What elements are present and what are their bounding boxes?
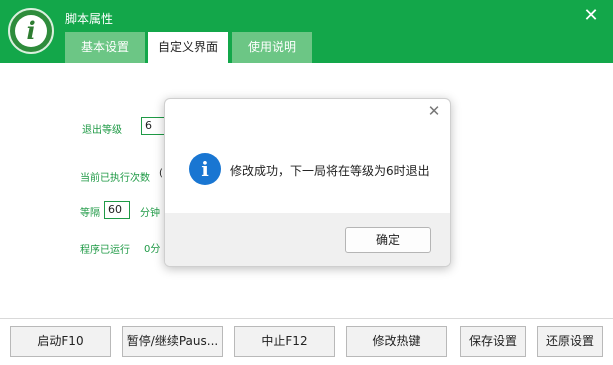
exec-count-value: ( [159, 168, 163, 179]
info-icon: i [189, 153, 221, 185]
runtime-value: 0分 [144, 244, 161, 255]
runtime-label: 程序已运行 [80, 245, 130, 256]
success-dialog: ✕ i 修改成功，下一局将在等级为6时退出 确定 [164, 98, 451, 267]
dialog-footer: 确定 [165, 213, 450, 266]
start-button[interactable]: 启动F10 [10, 326, 111, 357]
window-close-icon[interactable]: ✕ [580, 5, 602, 27]
toolbar-divider [0, 318, 613, 319]
stop-button[interactable]: 中止F12 [234, 326, 335, 357]
title-bar: i 脚本属性 ✕ 基本设置 自定义界面 使用说明 [0, 0, 613, 63]
exec-count-label: 当前已执行次数 [80, 173, 150, 184]
restore-settings-button[interactable]: 还原设置 [537, 326, 603, 357]
tab-custom-ui[interactable]: 自定义界面 [148, 32, 228, 63]
tab-basic-settings[interactable]: 基本设置 [65, 32, 145, 63]
interval-label: 等隔 [80, 208, 100, 219]
tab-usage-guide[interactable]: 使用说明 [232, 32, 312, 63]
app-logo-icon: i [8, 8, 54, 54]
save-settings-button[interactable]: 保存设置 [460, 326, 526, 357]
logo-glyph: i [26, 16, 36, 45]
window-title: 脚本属性 [65, 12, 114, 26]
pause-resume-button[interactable]: 暂停/继续Paus... [122, 326, 223, 357]
interval-unit: 分钟 [140, 208, 160, 219]
dialog-message: 修改成功，下一局将在等级为6时退出 [230, 164, 430, 178]
interval-input[interactable]: 60 [104, 201, 130, 219]
exit-level-label: 退出等级 [82, 125, 122, 136]
ok-button[interactable]: 确定 [345, 227, 431, 253]
modify-hotkey-button[interactable]: 修改热键 [346, 326, 447, 357]
dialog-close-icon[interactable]: ✕ [426, 103, 442, 119]
